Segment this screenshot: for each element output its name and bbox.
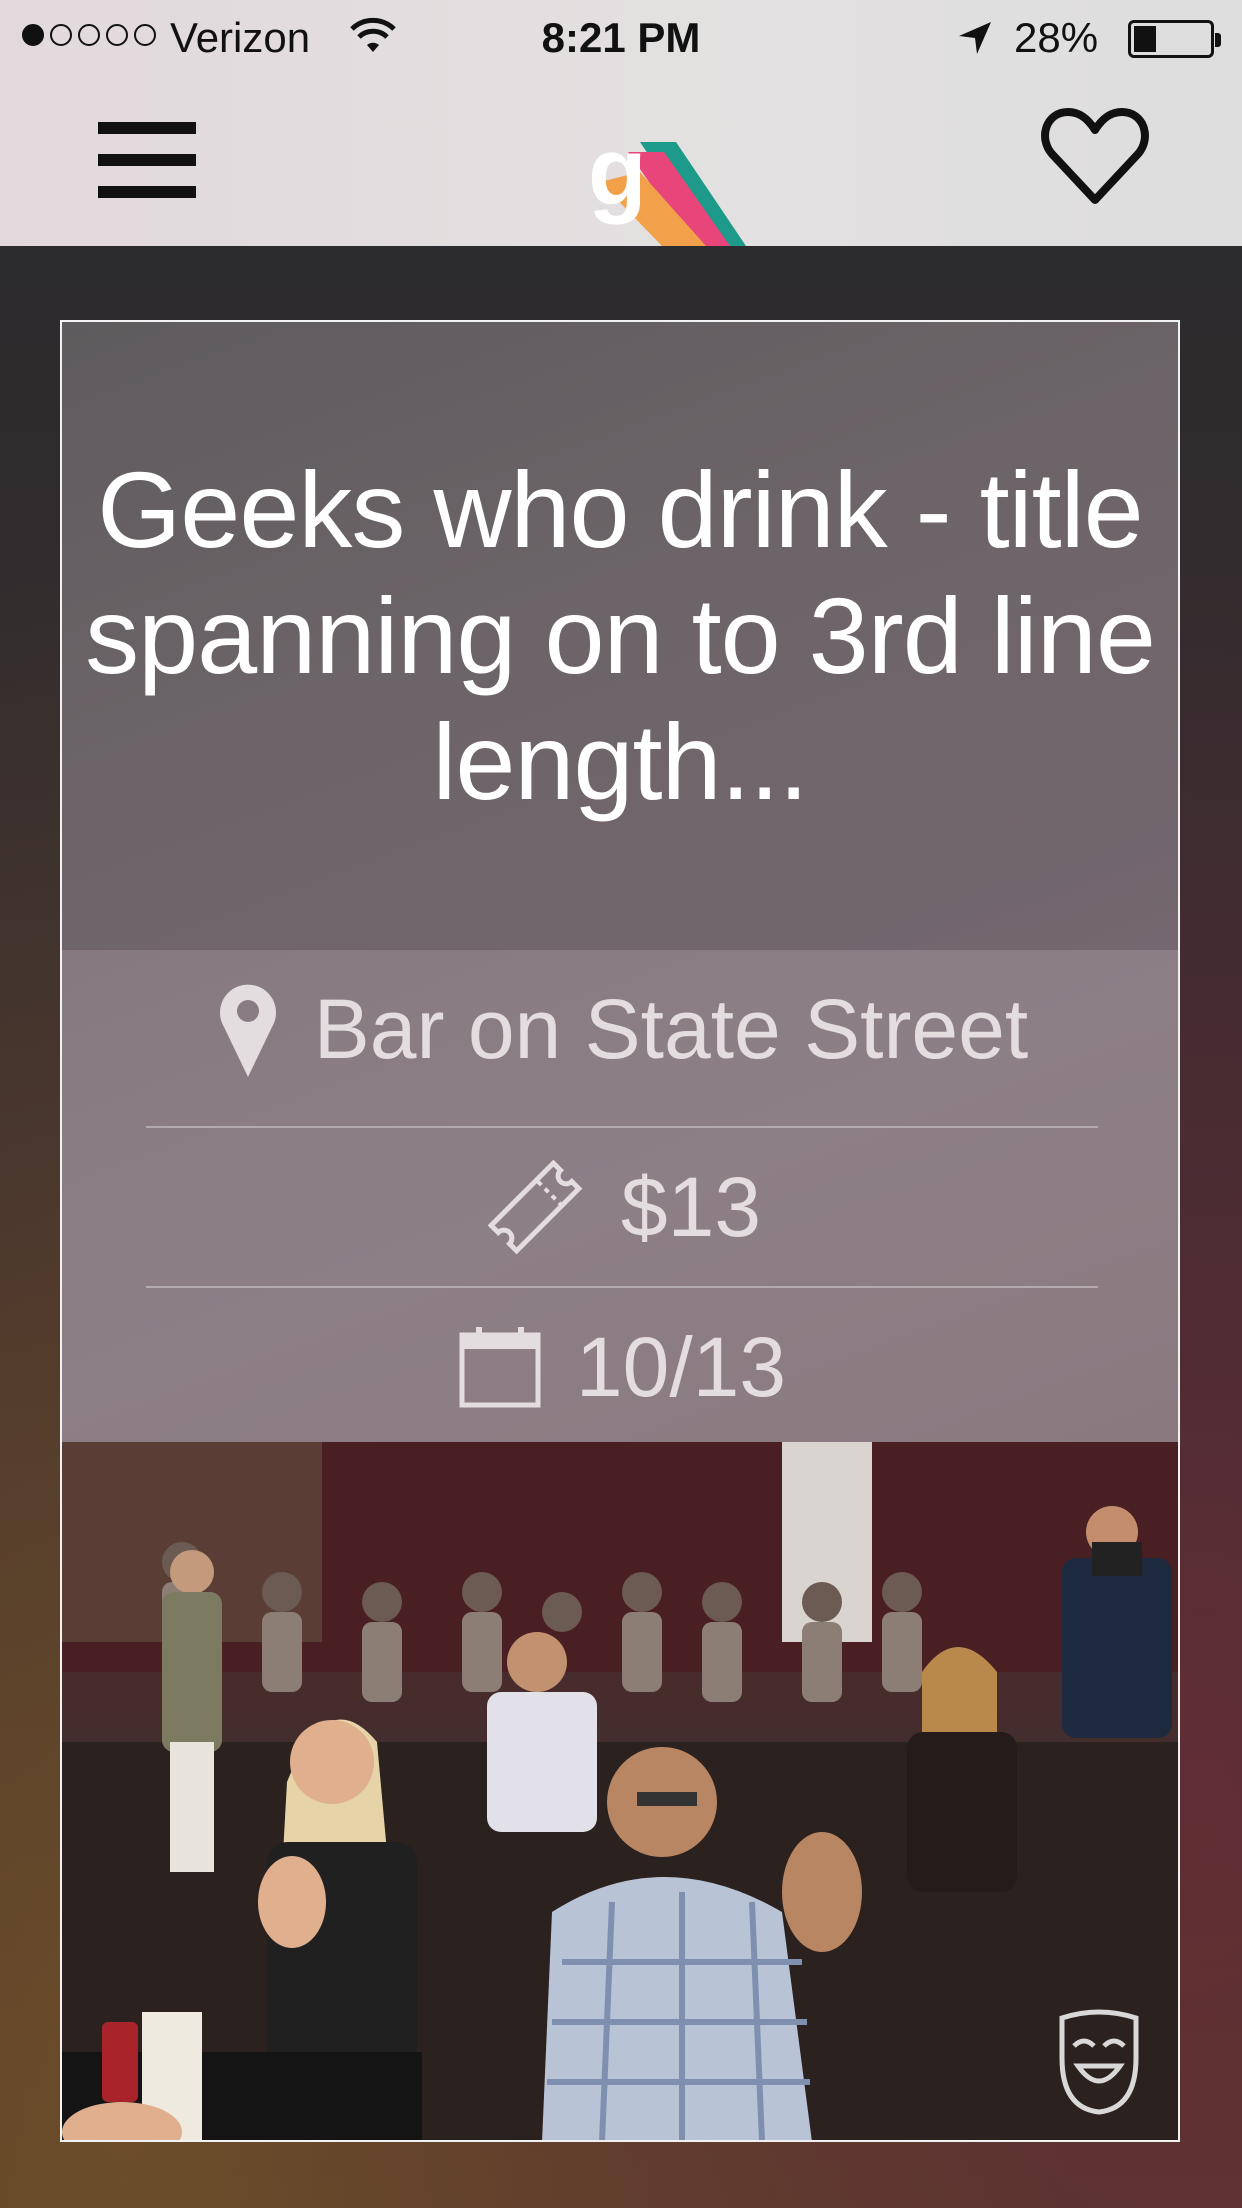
event-details: Bar on State Street $13 10/13 [62, 950, 1178, 1442]
menu-button[interactable] [98, 122, 196, 198]
date-row: 10/13 [146, 1288, 1098, 1446]
location-arrow-icon [959, 22, 991, 54]
status-bar: Verizon 8:21 PM 28% [0, 0, 1242, 78]
event-title: Geeks who drink - title spanning on to 3… [85, 449, 1156, 822]
menu-bar [98, 186, 196, 198]
event-photo[interactable] [62, 1442, 1178, 2140]
event-title-area: Geeks who drink - title spanning on to 3… [62, 322, 1178, 950]
logo-letter: g [588, 118, 647, 225]
event-price: $13 [620, 1159, 762, 1254]
battery-icon [1128, 20, 1221, 58]
event-location: Bar on State Street [313, 981, 1029, 1076]
event-card[interactable]: Geeks who drink - title spanning on to 3… [60, 320, 1180, 2142]
battery-nub [1215, 33, 1221, 47]
theater-mask-icon[interactable] [1054, 2008, 1144, 2116]
calendar-icon [458, 1325, 542, 1409]
menu-bar [98, 154, 196, 166]
logo-graphic: g [588, 118, 746, 246]
menu-bar [98, 122, 196, 134]
ticket-icon [483, 1155, 587, 1259]
location-row[interactable]: Bar on State Street [146, 950, 1098, 1108]
map-pin-icon [216, 979, 280, 1079]
price-row: $13 [146, 1128, 1098, 1286]
battery-level [1134, 26, 1156, 52]
battery-percentage: 28% [1014, 14, 1099, 61]
top-bar: Verizon 8:21 PM 28% g [0, 0, 1242, 246]
favorite-button[interactable] [1040, 104, 1150, 208]
app-logo[interactable]: g [580, 112, 780, 246]
heart-icon [1041, 108, 1149, 204]
event-photo-illustration [62, 1442, 1178, 2140]
event-date: 10/13 [575, 1319, 787, 1414]
